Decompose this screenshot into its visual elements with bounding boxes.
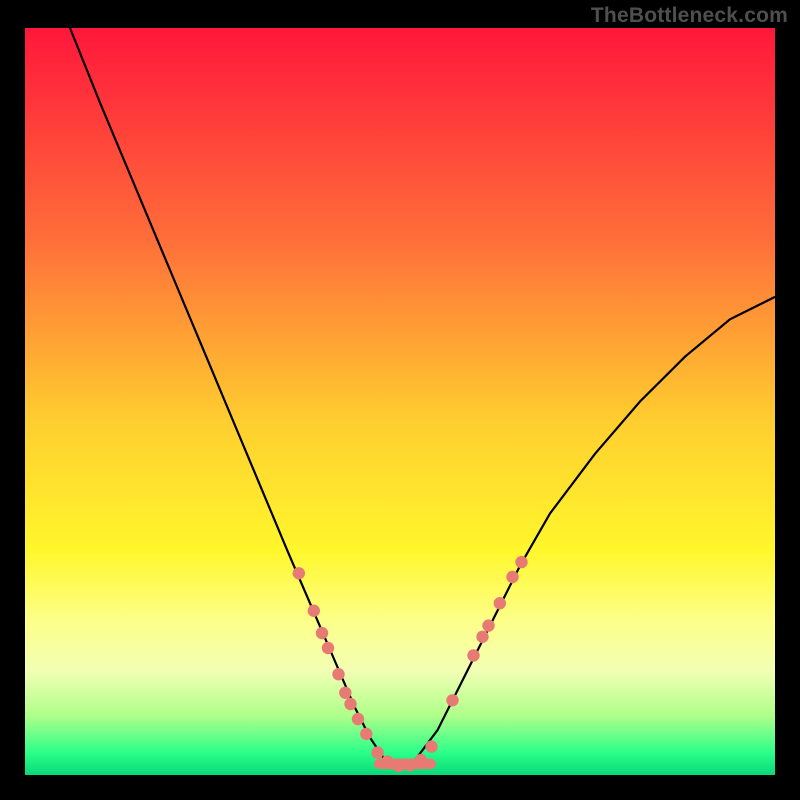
chart-stage: TheBottleneck.com [0, 0, 800, 800]
marker-dot [506, 571, 518, 583]
watermark-text: TheBottleneck.com [591, 4, 788, 28]
marker-dot [467, 649, 479, 661]
marker-dot [322, 642, 334, 654]
marker-dot [360, 728, 372, 740]
marker-dot [446, 694, 458, 706]
marker-dot [482, 619, 494, 631]
marker-dot [352, 713, 364, 725]
marker-dot [339, 687, 351, 699]
marker-dot [476, 631, 488, 643]
marker-dot [332, 668, 344, 680]
marker-dot [293, 567, 305, 579]
bottleneck-chart [0, 0, 800, 800]
marker-dot [381, 755, 393, 767]
marker-dot [425, 740, 437, 752]
marker-dot [392, 760, 404, 772]
marker-dot [308, 605, 320, 617]
marker-dot [515, 556, 527, 568]
marker-dot [371, 746, 383, 758]
marker-dot [415, 754, 427, 766]
marker-dot [344, 698, 356, 710]
marker-dot [404, 759, 416, 771]
plot-background [25, 28, 775, 775]
marker-dot [316, 627, 328, 639]
marker-dot [494, 597, 506, 609]
